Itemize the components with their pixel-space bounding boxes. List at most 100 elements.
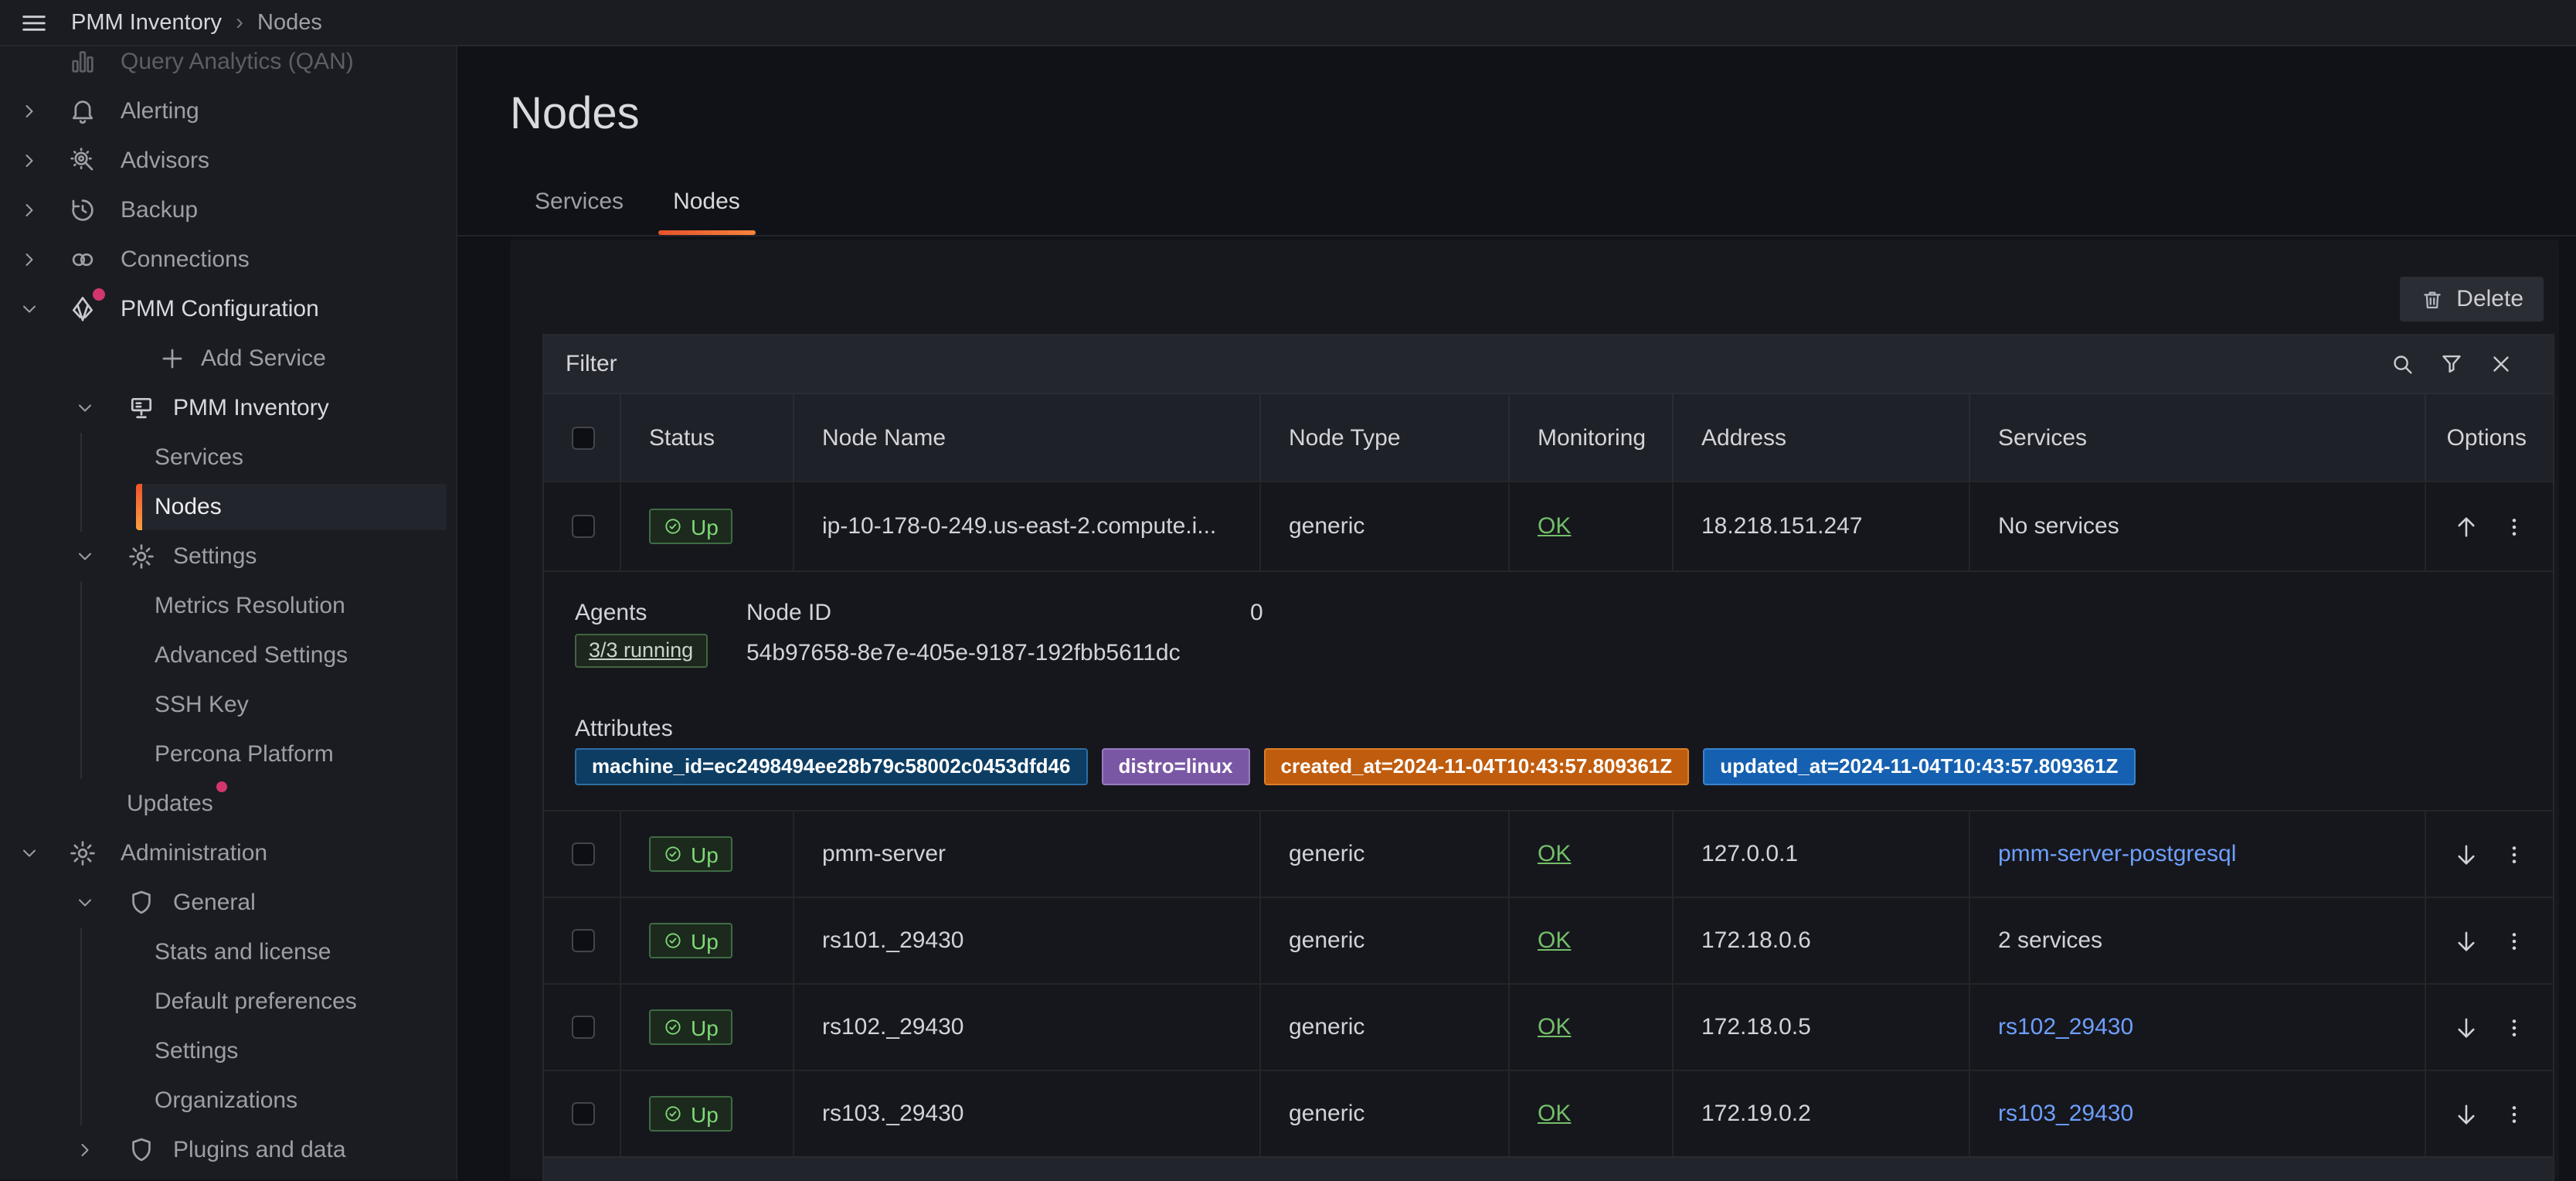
filter-funnel-icon[interactable] — [2438, 351, 2465, 377]
expand-row-icon[interactable] — [2452, 1100, 2480, 1128]
menu-toggle-button[interactable] — [19, 7, 49, 38]
select-all-checkbox[interactable] — [572, 426, 595, 449]
status-badge: Up — [649, 836, 732, 872]
sidebar-item-advisors[interactable]: Advisors — [0, 136, 456, 185]
attribute-badge: distro=linux — [1101, 748, 1249, 785]
sidebar-item-administration[interactable]: Administration — [0, 829, 456, 878]
sidebar-item-general[interactable]: General — [0, 878, 456, 927]
monitoring-ok-link[interactable]: OK — [1538, 927, 1571, 954]
kebab-menu-icon[interactable] — [2502, 928, 2527, 953]
sidebar-item-connections[interactable]: Connections — [0, 235, 456, 284]
sidebar-item-organizations[interactable]: Organizations — [0, 1076, 456, 1125]
address-cell: 172.19.0.2 — [1674, 1071, 1970, 1156]
status-badge: Up — [649, 1096, 732, 1132]
sidebar-item-percona-platform[interactable]: Percona Platform — [0, 730, 456, 779]
search-icon[interactable] — [2389, 351, 2415, 377]
select-all-cell — [544, 394, 621, 481]
kebab-menu-icon[interactable] — [2502, 1015, 2527, 1040]
sidebar-item-settings[interactable]: Settings — [0, 532, 456, 581]
column-header-node-name[interactable]: Node Name — [794, 394, 1261, 481]
chevron-down-icon — [74, 892, 96, 914]
sidebar-item-label: General — [173, 890, 256, 916]
sidebar-item-ssh-key[interactable]: SSH Key — [0, 680, 456, 730]
connections-icon — [68, 245, 97, 274]
column-header-options[interactable]: Options — [2426, 394, 2553, 481]
monitoring-ok-link[interactable]: OK — [1538, 841, 1571, 867]
sidebar-item-default-preferences[interactable]: Default preferences — [0, 977, 456, 1026]
history-icon — [68, 196, 97, 225]
service-link[interactable]: rs103_29430 — [1998, 1101, 2133, 1127]
monitoring-cell: OK — [1510, 898, 1674, 983]
sidebar-item-add-service[interactable]: Add Service — [0, 334, 456, 383]
chevron-right-icon — [19, 199, 40, 221]
sidebar-item-stats-and-license[interactable]: Stats and license — [0, 927, 456, 977]
breadcrumb-item-nodes: Nodes — [257, 10, 322, 35]
expand-row-icon[interactable] — [2452, 927, 2480, 955]
check-circle-icon — [663, 844, 683, 864]
breadcrumb-item-pmm-inventory[interactable]: PMM Inventory — [71, 10, 222, 35]
options-cell — [2426, 812, 2553, 897]
attribute-badge: updated_at=2024-11-04T10:43:57.809361Z — [1703, 748, 2135, 785]
collapse-row-icon[interactable] — [2452, 512, 2480, 540]
monitoring-cell: OK — [1510, 812, 1674, 897]
row-checkbox[interactable] — [572, 842, 595, 866]
sidebar-item-label: Services — [155, 444, 243, 471]
service-link[interactable]: pmm-server-postgresql — [1998, 841, 2236, 867]
kebab-menu-icon[interactable] — [2502, 842, 2527, 866]
sidebar-item-services[interactable]: Services — [0, 433, 456, 482]
options-cell — [2426, 898, 2553, 983]
sidebar-item-label: Connections — [121, 247, 250, 273]
sidebar-item-pmm-inventory[interactable]: PMM Inventory — [0, 383, 456, 433]
shield-icon — [127, 888, 156, 917]
kebab-menu-icon[interactable] — [2502, 514, 2527, 539]
main-content: Nodes ServicesNodes Delete Filter Status… — [457, 46, 2576, 1179]
row-checkbox[interactable] — [572, 929, 595, 952]
sidebar-item-settings[interactable]: Settings — [0, 1026, 456, 1076]
tab-nodes[interactable]: Nodes — [648, 167, 765, 235]
breadcrumb: PMM Inventory › Nodes — [71, 10, 322, 35]
expand-row-icon[interactable] — [2452, 1013, 2480, 1041]
options-cell — [2426, 482, 2553, 570]
node-type-cell: generic — [1261, 812, 1510, 897]
column-header-node-type[interactable]: Node Type — [1261, 394, 1510, 481]
agents-running-badge[interactable]: 3/3 running — [575, 634, 707, 668]
attribute-badge: created_at=2024-11-04T10:43:57.809361Z — [1264, 748, 1690, 785]
gear-icon — [127, 542, 156, 571]
column-header-services[interactable]: Services — [1970, 394, 2426, 481]
monitoring-ok-link[interactable]: OK — [1538, 513, 1571, 539]
sidebar-item-plugins-and-data[interactable]: Plugins and data — [0, 1125, 456, 1175]
sidebar-item-label: SSH Key — [155, 692, 249, 718]
filter-bar: Filter — [544, 335, 2553, 393]
column-header-status[interactable]: Status — [621, 394, 794, 481]
node-details-panel: AgentsNode ID03/3 running54b97658-8e7e-4… — [544, 570, 2553, 810]
kebab-menu-icon[interactable] — [2502, 1101, 2527, 1126]
tab-services[interactable]: Services — [510, 167, 648, 235]
sidebar-item-nodes[interactable]: Nodes — [0, 482, 456, 532]
shield-icon — [127, 1135, 156, 1165]
sidebar-item-pmm-configuration[interactable]: PMM Configuration — [0, 284, 456, 334]
sidebar-item-query-analytics-qan[interactable]: Query Analytics (QAN) — [0, 46, 456, 87]
sidebar-item-backup[interactable]: Backup — [0, 185, 456, 235]
monitoring-ok-link[interactable]: OK — [1538, 1101, 1571, 1127]
attribute-badge: machine_id=ec2498494ee28b79c58002c0453df… — [575, 748, 1087, 785]
services-cell: rs103_29430 — [1970, 1071, 2426, 1156]
column-header-monitoring[interactable]: Monitoring — [1510, 394, 1674, 481]
row-checkbox[interactable] — [572, 515, 595, 538]
clear-filter-icon[interactable] — [2488, 351, 2514, 377]
server-icon — [127, 393, 156, 423]
sidebar-item-updates[interactable]: Updates — [0, 779, 456, 829]
sidebar-item-advanced-settings[interactable]: Advanced Settings — [0, 631, 456, 680]
sidebar-item-label: Default preferences — [155, 989, 357, 1015]
services-cell: pmm-server-postgresql — [1970, 812, 2426, 897]
row-checkbox[interactable] — [572, 1016, 595, 1039]
delete-button[interactable]: Delete — [2399, 277, 2544, 322]
monitoring-ok-link[interactable]: OK — [1538, 1014, 1571, 1040]
column-header-address[interactable]: Address — [1674, 394, 1970, 481]
service-link[interactable]: rs102_29430 — [1998, 1014, 2133, 1040]
monitoring-cell: OK — [1510, 985, 1674, 1070]
sidebar-item-metrics-resolution[interactable]: Metrics Resolution — [0, 581, 456, 631]
row-checkbox[interactable] — [572, 1102, 595, 1125]
expand-row-icon[interactable] — [2452, 840, 2480, 868]
sidebar-item-alerting[interactable]: Alerting — [0, 87, 456, 136]
node-type-cell: generic — [1261, 1071, 1510, 1156]
